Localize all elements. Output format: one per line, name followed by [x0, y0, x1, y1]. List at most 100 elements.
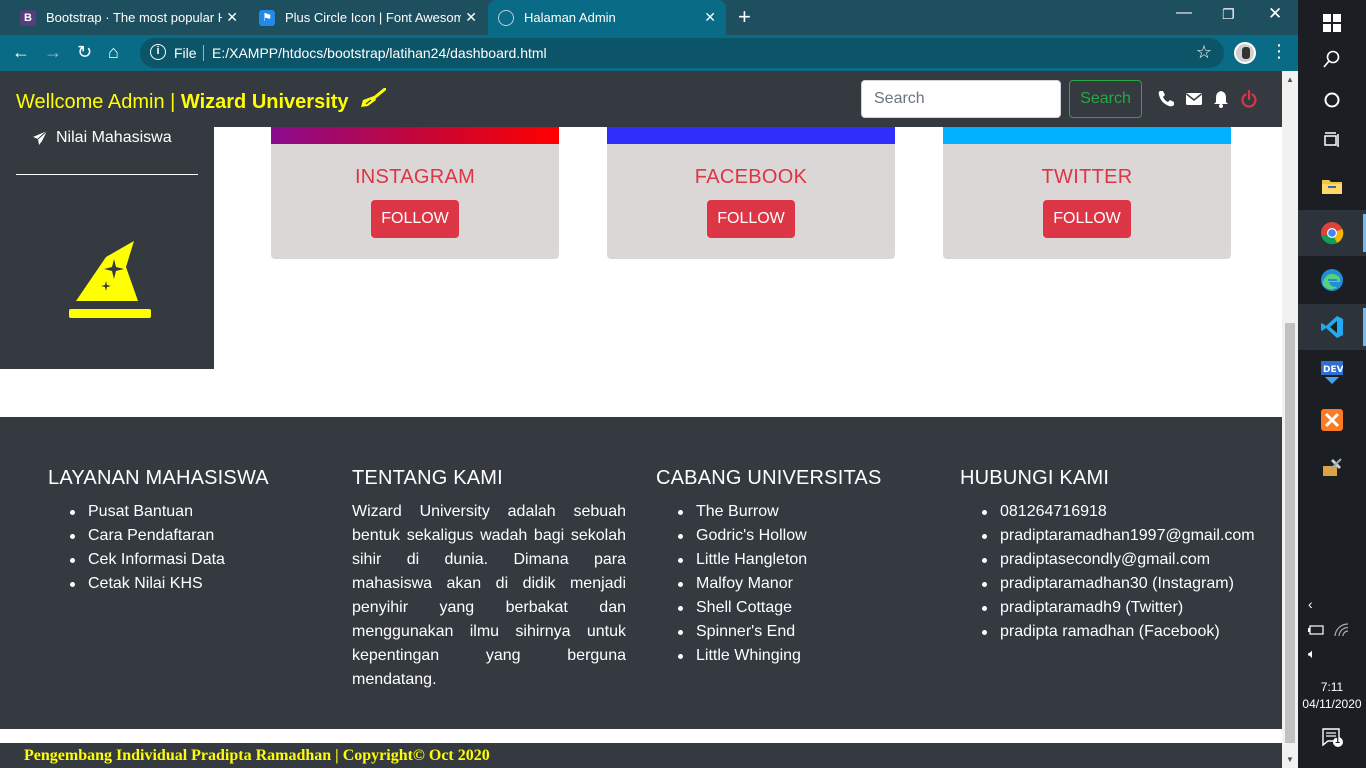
close-icon[interactable]: ✕ — [465, 9, 477, 26]
hubungi-list: 081264716918 pradiptaramadhan1997@gmail.… — [960, 500, 1255, 644]
tab-title: Plus Circle Icon | Font Awesome — [285, 10, 461, 25]
list-item: Spinner's End — [656, 620, 882, 644]
follow-twitter-button[interactable]: FOLLOW — [1043, 200, 1131, 238]
twitter-card: TWITTER FOLLOW — [943, 127, 1231, 259]
tab-bootstrap[interactable]: B Bootstrap · The most popular HTML ✕ — [10, 0, 248, 35]
wifi-icon[interactable] — [1334, 623, 1350, 640]
list-item[interactable]: Pusat Bantuan — [48, 500, 269, 524]
list-item: Little Hangleton — [656, 548, 882, 572]
action-center-icon[interactable]: 1 — [1322, 728, 1343, 748]
wizard-hat-icon — [66, 237, 154, 326]
list-item[interactable]: Cetak Nilai KHS — [48, 572, 269, 596]
card-color-bar — [943, 127, 1231, 144]
search-button[interactable]: Search — [1069, 80, 1142, 118]
phone-icon[interactable] — [1157, 90, 1175, 108]
new-tab-button[interactable]: + — [738, 5, 751, 29]
list-item: pradiptaramadhan30 (Instagram) — [960, 572, 1255, 596]
search-icon[interactable] — [1298, 36, 1366, 82]
chrome-icon[interactable] — [1298, 210, 1366, 256]
bookmark-star-icon[interactable]: ☆ — [1196, 42, 1212, 63]
globe-icon — [498, 9, 514, 26]
scroll-up-arrow-icon[interactable]: ▲ — [1286, 75, 1294, 84]
list-item: Shell Cottage — [656, 596, 882, 620]
list-item[interactable]: Cara Pendaftaran — [48, 524, 269, 548]
list-item: Godric's Hollow — [656, 524, 882, 548]
profile-avatar[interactable] — [1234, 42, 1256, 64]
footer-tentang-column: TENTANG KAMI Wizard University adalah se… — [352, 467, 626, 692]
browser-toolbar: ← → ↻ ⌂ i File E:/XAMPP/htdocs/bootstrap… — [0, 35, 1298, 71]
envelope-icon[interactable] — [1185, 90, 1203, 108]
address-url[interactable]: E:/XAMPP/htdocs/bootstrap/latihan24/dash… — [212, 45, 547, 61]
clock-date[interactable]: 04/11/2020 — [1298, 697, 1366, 711]
bell-icon[interactable] — [1212, 90, 1230, 108]
list-item: pradiptaramadh9 (Twitter) — [960, 596, 1255, 620]
menu-kebab-icon[interactable]: ⋮ — [1270, 41, 1288, 62]
footer: LAYANAN MAHASISWA Pusat Bantuan Cara Pen… — [0, 417, 1282, 729]
tab-title: Halaman Admin — [524, 10, 616, 25]
installer-tools-icon[interactable] — [1298, 444, 1366, 490]
sidebar: Nilai Mahasiswa — [0, 127, 214, 369]
search-input[interactable] — [861, 80, 1061, 118]
dev-cpp-icon[interactable]: DEV — [1298, 350, 1366, 396]
forward-icon[interactable]: → — [44, 41, 62, 63]
minimize-icon[interactable]: — — [1176, 4, 1192, 22]
footer-heading: TENTANG KAMI — [352, 467, 503, 489]
notification-count: 1 — [1335, 735, 1341, 745]
home-icon[interactable]: ⌂ — [108, 41, 119, 63]
back-icon[interactable]: ← — [12, 41, 30, 63]
reload-icon[interactable]: ↻ — [77, 41, 92, 63]
facebook-card: FACEBOOK FOLLOW — [607, 127, 895, 259]
scrollbar-thumb[interactable] — [1285, 323, 1295, 743]
vscode-icon[interactable] — [1298, 304, 1366, 350]
list-item: 081264716918 — [960, 500, 1255, 524]
scroll-down-arrow-icon[interactable]: ▼ — [1286, 755, 1294, 764]
volume-icon[interactable]: 🔈︎ — [1308, 646, 1316, 662]
card-title: FACEBOOK — [694, 166, 808, 188]
file-explorer-icon[interactable] — [1298, 163, 1366, 209]
close-icon[interactable]: ✕ — [704, 9, 716, 26]
card-color-bar — [271, 127, 559, 144]
follow-facebook-button[interactable]: FOLLOW — [707, 200, 795, 238]
clock-time[interactable]: 7:11 — [1298, 680, 1366, 694]
list-item: pradiptasecondly@gmail.com — [960, 548, 1255, 572]
list-item: The Burrow — [656, 500, 882, 524]
close-window-icon[interactable]: ✕ — [1268, 4, 1282, 24]
cabang-list: The Burrow Godric's Hollow Little Hangle… — [656, 500, 882, 668]
layanan-list: Pusat Bantuan Cara Pendaftaran Cek Infor… — [48, 500, 269, 596]
card-color-bar — [607, 127, 895, 144]
brand-greeting: Wellcome Admin | — [16, 91, 181, 113]
list-item: pradipta ramadhan (Facebook) — [960, 620, 1255, 644]
copyright-bar: Pengembang Individual Pradipta Ramadhan … — [0, 743, 1282, 768]
list-item: Malfoy Manor — [656, 572, 882, 596]
xampp-icon[interactable] — [1298, 397, 1366, 443]
brand-name: Wizard University — [180, 91, 349, 113]
browser-tab-strip: B Bootstrap · The most popular HTML ✕ ⚑ … — [0, 0, 1298, 35]
follow-instagram-button[interactable]: FOLLOW — [371, 200, 459, 238]
bootstrap-icon: B — [20, 9, 36, 26]
footer-layanan-column: LAYANAN MAHASISWA Pusat Bantuan Cara Pen… — [48, 467, 269, 596]
list-item: Little Whinging — [656, 644, 882, 668]
close-icon[interactable]: ✕ — [226, 9, 238, 26]
page-viewport: Wellcome Admin | Wizard University Searc… — [0, 71, 1282, 768]
show-hidden-icons-icon[interactable]: ‹ — [1308, 596, 1313, 612]
sidebar-item-nilai-mahasiswa[interactable]: Nilai Mahasiswa — [32, 129, 172, 147]
footer-heading: LAYANAN MAHASISWA — [48, 467, 269, 489]
instagram-card: INSTAGRAM FOLLOW — [271, 127, 559, 259]
tab-font-awesome[interactable]: ⚑ Plus Circle Icon | Font Awesome ✕ — [249, 0, 487, 35]
list-item[interactable]: Cek Informasi Data — [48, 548, 269, 572]
copyright-text: Pengembang Individual Pradipta Ramadhan … — [24, 747, 490, 764]
task-view-icon[interactable] — [1298, 117, 1366, 163]
address-bar[interactable]: i File E:/XAMPP/htdocs/bootstrap/latihan… — [140, 38, 1224, 68]
tab-halaman-admin[interactable]: Halaman Admin ✕ — [488, 0, 726, 35]
footer-heading: HUBUNGI KAMI — [960, 467, 1110, 489]
font-awesome-flag-icon: ⚑ — [259, 9, 275, 26]
page-scrollbar[interactable]: ▲ ▼ — [1282, 71, 1298, 768]
restore-icon[interactable]: ❐ — [1222, 6, 1235, 23]
admin-navbar: Wellcome Admin | Wizard University Searc… — [0, 71, 1282, 127]
battery-icon[interactable] — [1308, 624, 1326, 639]
tentang-paragraph: Wizard University adalah sebuah bentuk s… — [352, 503, 626, 688]
power-icon[interactable] — [1240, 89, 1258, 108]
edge-icon[interactable] — [1298, 257, 1366, 303]
info-icon[interactable]: i — [150, 44, 166, 60]
navbar-brand[interactable]: Wellcome Admin | Wizard University — [16, 87, 387, 114]
